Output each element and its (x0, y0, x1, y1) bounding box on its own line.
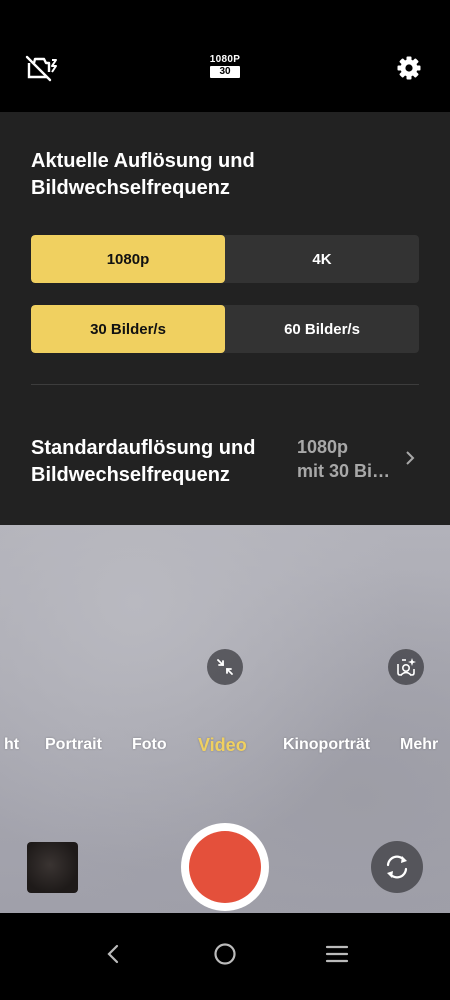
fps-segmented-control: 30 Bilder/s 60 Bilder/s (31, 305, 419, 353)
resolution-option-1080p[interactable]: 1080p (31, 235, 225, 283)
top-bar: 1080P 30 (0, 0, 450, 112)
mode-night[interactable]: ht (4, 736, 19, 754)
back-icon[interactable] (83, 931, 143, 977)
fps-option-30[interactable]: 30 Bilder/s (31, 305, 225, 353)
resolution-settings-panel: Aktuelle Auflösung und Bildwechselfreque… (0, 112, 450, 525)
record-button[interactable] (181, 823, 269, 911)
switch-camera-icon[interactable] (371, 841, 423, 893)
system-navigation-bar (0, 913, 450, 1000)
resolution-segmented-control: 1080p 4K (31, 235, 419, 283)
panel-title: Aktuelle Auflösung und Bildwechselfreque… (31, 150, 255, 199)
chevron-right-icon[interactable] (405, 450, 415, 471)
mode-mehr[interactable]: Mehr (400, 736, 438, 754)
default-setting-label[interactable]: Standardauflösung und Bildwechselfrequen… (31, 435, 281, 489)
home-icon[interactable] (195, 931, 255, 977)
resolution-badge[interactable]: 1080P 30 (206, 54, 244, 78)
divider (31, 384, 419, 385)
resolution-option-4k[interactable]: 4K (225, 235, 419, 283)
fps-option-60[interactable]: 60 Bilder/s (225, 305, 419, 353)
flash-off-icon[interactable] (25, 54, 57, 87)
mode-foto[interactable]: Foto (132, 736, 167, 754)
mode-video[interactable]: Video (198, 735, 247, 756)
record-button-inner (189, 831, 261, 903)
collapse-icon[interactable] (207, 649, 243, 685)
mode-kinoportrat[interactable]: Kinoporträt (283, 736, 370, 754)
resolution-badge-fps: 30 (210, 66, 240, 78)
resolution-badge-resolution: 1080P (209, 54, 241, 65)
gear-icon[interactable] (396, 55, 422, 86)
ai-beauty-icon[interactable] (388, 649, 424, 685)
gallery-thumbnail[interactable] (27, 842, 78, 893)
camera-mode-selector: ht Portrait Foto Video Kinoporträt Mehr (0, 735, 450, 762)
recent-apps-icon[interactable] (307, 931, 367, 977)
default-setting-value[interactable]: 1080p mit 30 Bi… (297, 435, 399, 483)
mode-portrait[interactable]: Portrait (45, 736, 102, 754)
default-setting-value-line2: mit 30 Bi… (297, 461, 391, 481)
default-setting-value-line1: 1080p (297, 437, 349, 457)
